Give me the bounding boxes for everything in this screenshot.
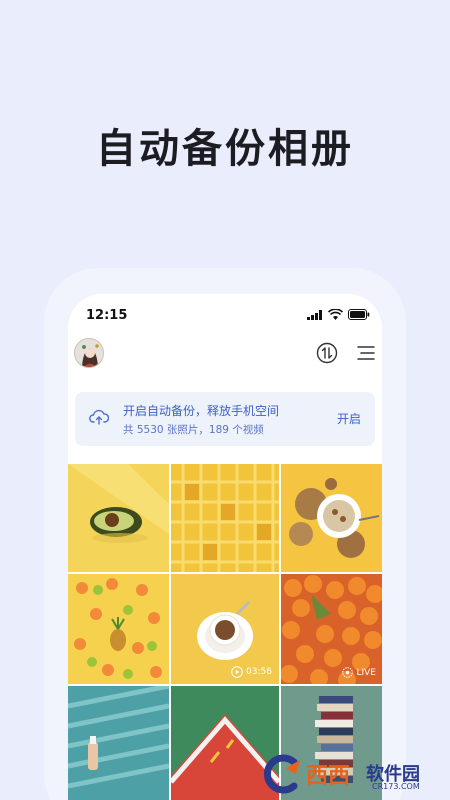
photo-grid: 03:56 LIVE bbox=[68, 464, 382, 800]
live-icon bbox=[342, 667, 354, 678]
photo-thumbnail[interactable]: 03:56 bbox=[171, 574, 279, 684]
backup-banner-subtitle: 共 5530 张照片，189 个视频 bbox=[123, 424, 264, 436]
app-bar bbox=[68, 334, 382, 384]
play-icon bbox=[231, 666, 243, 678]
enable-backup-button[interactable]: 开启 bbox=[337, 410, 361, 427]
photo-thumbnail[interactable] bbox=[68, 686, 169, 800]
video-duration-badge: 03:56 bbox=[231, 666, 272, 678]
avatar-illustration bbox=[75, 339, 103, 367]
photo-thumbnail[interactable] bbox=[171, 464, 279, 572]
photo-thumbnail[interactable] bbox=[68, 464, 169, 572]
status-time: 12:15 bbox=[86, 308, 128, 323]
photo-thumbnail[interactable] bbox=[68, 574, 169, 684]
photo-thumbnail[interactable]: LIVE bbox=[281, 574, 382, 684]
page-headline: 自动备份相册 bbox=[96, 126, 354, 172]
watermark-main-text: 西西 bbox=[306, 764, 351, 789]
avatar[interactable] bbox=[74, 338, 104, 368]
battery-icon bbox=[348, 309, 370, 320]
video-duration: 03:56 bbox=[246, 667, 272, 677]
status-icons bbox=[307, 309, 370, 320]
live-photo-badge: LIVE bbox=[342, 667, 376, 678]
watermark-url: CR173.COM bbox=[372, 782, 420, 791]
backup-banner[interactable]: 开启自动备份，释放手机空间 共 5530 张照片，189 个视频 开启 bbox=[75, 392, 375, 446]
sync-button[interactable] bbox=[316, 342, 338, 364]
live-label: LIVE bbox=[356, 667, 376, 678]
site-watermark: 西西 软件园 CR173.COM bbox=[256, 752, 446, 796]
watermark-logo-icon bbox=[263, 754, 300, 794]
phone-screen: 12:15 开启自动备份，释放手机空间 共 5530 张照片，189 个视频 开… bbox=[68, 294, 382, 800]
photo-thumbnail[interactable] bbox=[281, 464, 382, 572]
menu-icon bbox=[357, 346, 375, 360]
sync-icon bbox=[316, 342, 338, 364]
status-bar: 12:15 bbox=[68, 294, 382, 334]
menu-button[interactable] bbox=[356, 344, 376, 362]
wifi-icon bbox=[328, 309, 343, 320]
signal-icon bbox=[307, 309, 322, 320]
backup-banner-title: 开启自动备份，释放手机空间 bbox=[123, 404, 280, 418]
cloud-upload-icon bbox=[89, 409, 109, 425]
